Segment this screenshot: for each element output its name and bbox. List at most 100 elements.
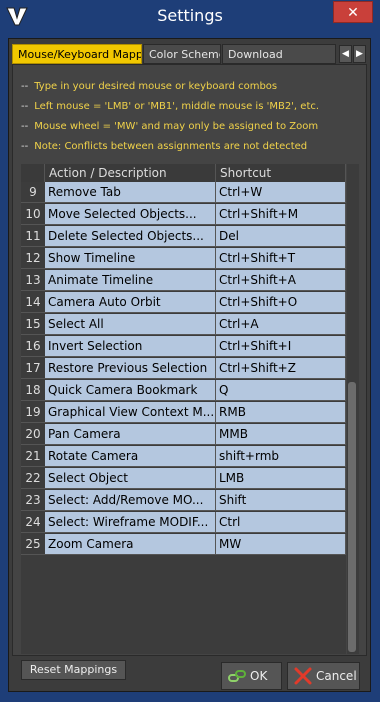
shortcut-cell[interactable]: Del — [216, 226, 346, 247]
info-line: -- Left mouse = 'LMB' or 'MB1', middle mo… — [21, 101, 319, 112]
table-row[interactable]: 19 Graphical View Context M... RMB — [21, 402, 346, 423]
link-check-icon — [228, 670, 246, 682]
table-row[interactable]: 23 Select: Add/Remove MO... Shift — [21, 490, 346, 511]
tab-scroll-right-icon[interactable]: ▶ — [353, 45, 366, 63]
tab-scroll-left-icon[interactable]: ◀ — [339, 45, 352, 63]
action-cell[interactable]: Select All — [45, 314, 216, 335]
action-cell[interactable]: Zoom Camera — [45, 534, 216, 555]
table-vertical-scrollbar[interactable] — [347, 164, 359, 654]
ok-label: OK — [250, 669, 268, 683]
row-number: 14 — [21, 292, 45, 313]
row-number: 11 — [21, 226, 45, 247]
shortcut-cell[interactable]: LMB — [216, 468, 346, 489]
title-bar[interactable]: Settings ✕ — [0, 0, 380, 32]
action-cell[interactable]: Select: Add/Remove MO... — [45, 490, 216, 511]
action-cell[interactable]: Animate Timeline — [45, 270, 216, 291]
shortcut-cell[interactable]: Ctrl — [216, 512, 346, 533]
table-row[interactable]: 17 Restore Previous Selection Ctrl+Shift+Z — [21, 358, 346, 379]
shortcut-cell[interactable]: Ctrl+Shift+O — [216, 292, 346, 313]
shortcut-cell[interactable]: Ctrl+Shift+M — [216, 204, 346, 225]
tab-mouse-keyboard-mappings[interactable]: Mouse/Keyboard Mappings — [12, 44, 142, 64]
row-number: 24 — [21, 512, 45, 533]
scrollbar-thumb[interactable] — [348, 382, 356, 652]
shortcut-cell[interactable]: Ctrl+A — [216, 314, 346, 335]
info-text: Left mouse = 'LMB' or 'MB1', middle mous… — [34, 101, 320, 112]
shortcut-cell[interactable]: Ctrl+Shift+T — [216, 248, 346, 269]
shortcut-cell[interactable]: Shift — [216, 490, 346, 511]
row-number: 20 — [21, 424, 45, 445]
shortcut-cell[interactable]: Ctrl+Shift+Z — [216, 358, 346, 379]
row-number: 23 — [21, 490, 45, 511]
row-number: 25 — [21, 534, 45, 555]
action-cell[interactable]: Select: Wireframe MODIF... — [45, 512, 216, 533]
red-x-icon — [294, 667, 312, 685]
table-row[interactable]: 13 Animate Timeline Ctrl+Shift+A — [21, 270, 346, 291]
shortcut-cell[interactable]: MMB — [216, 424, 346, 445]
window-title: Settings — [157, 6, 223, 25]
row-number: 18 — [21, 380, 45, 401]
action-cell[interactable]: Pan Camera — [45, 424, 216, 445]
table-row[interactable]: 24 Select: Wireframe MODIF... Ctrl — [21, 512, 346, 533]
settings-window: Settings ✕ Mouse/Keyboard Mappings Color… — [0, 0, 380, 702]
action-cell[interactable]: Remove Tab — [45, 182, 216, 203]
info-dash: -- — [21, 141, 29, 152]
table-row[interactable]: 18 Quick Camera Bookmark Q — [21, 380, 346, 401]
ok-button[interactable]: OK — [221, 662, 282, 690]
row-number: 12 — [21, 248, 45, 269]
table-row[interactable]: 16 Invert Selection Ctrl+Shift+I — [21, 336, 346, 357]
action-cell[interactable]: Invert Selection — [45, 336, 216, 357]
action-cell[interactable]: Show Timeline — [45, 248, 216, 269]
tab-download[interactable]: Download — [222, 44, 336, 64]
table-row[interactable]: 12 Show Timeline Ctrl+Shift+T — [21, 248, 346, 269]
tab-strip: Mouse/Keyboard Mappings Color Scheme Dow… — [12, 44, 367, 64]
table-row[interactable]: 22 Select Object LMB — [21, 468, 346, 489]
action-cell[interactable]: Delete Selected Objects... — [45, 226, 216, 247]
mappings-panel: -- Type in your desired mouse or keyboard… — [12, 64, 367, 680]
row-number: 13 — [21, 270, 45, 291]
shortcut-cell[interactable]: shift+rmb — [216, 446, 346, 467]
header-row-number — [21, 164, 45, 182]
action-cell[interactable]: Restore Previous Selection — [45, 358, 216, 379]
info-text: Note: Conflicts between assignments are … — [34, 141, 308, 152]
info-line: -- Note: Conflicts between assignments ar… — [21, 141, 307, 152]
info-dash: -- — [21, 101, 29, 112]
table-row[interactable]: 21 Rotate Camera shift+rmb — [21, 446, 346, 467]
action-cell[interactable]: Graphical View Context M... — [45, 402, 216, 423]
shortcut-cell[interactable]: Q — [216, 380, 346, 401]
info-text: Mouse wheel = 'MW' and may only be assig… — [34, 121, 319, 132]
action-cell[interactable]: Rotate Camera — [45, 446, 216, 467]
mappings-table: Action / Description Shortcut 9 Remove Ta… — [21, 164, 346, 654]
row-number: 9 — [21, 182, 45, 203]
action-cell[interactable]: Move Selected Objects... — [45, 204, 216, 225]
shortcut-cell[interactable]: Ctrl+Shift+A — [216, 270, 346, 291]
row-number: 22 — [21, 468, 45, 489]
table-row[interactable]: 11 Delete Selected Objects... Del — [21, 226, 346, 247]
table-row[interactable]: 25 Zoom Camera MW — [21, 534, 346, 555]
shortcut-cell[interactable]: MW — [216, 534, 346, 555]
tab-color-scheme[interactable]: Color Scheme — [143, 44, 221, 64]
row-number: 16 — [21, 336, 45, 357]
info-line: -- Type in your desired mouse or keyboard… — [21, 81, 277, 92]
settings-client-area: Mouse/Keyboard Mappings Color Scheme Dow… — [8, 38, 371, 692]
table-row[interactable]: 9 Remove Tab Ctrl+W — [21, 182, 346, 203]
shortcut-cell[interactable]: Ctrl+Shift+I — [216, 336, 346, 357]
close-button[interactable]: ✕ — [333, 1, 373, 23]
table-row[interactable]: 20 Pan Camera MMB — [21, 424, 346, 445]
action-cell[interactable]: Select Object — [45, 468, 216, 489]
cancel-button[interactable]: Cancel — [287, 662, 360, 690]
row-number: 21 — [21, 446, 45, 467]
action-cell[interactable]: Quick Camera Bookmark — [45, 380, 216, 401]
row-number: 15 — [21, 314, 45, 335]
action-cell[interactable]: Camera Auto Orbit — [45, 292, 216, 313]
header-shortcut[interactable]: Shortcut — [216, 164, 346, 182]
shortcut-cell[interactable]: Ctrl+W — [216, 182, 346, 203]
table-row[interactable]: 14 Camera Auto Orbit Ctrl+Shift+O — [21, 292, 346, 313]
table-row[interactable]: 10 Move Selected Objects... Ctrl+Shift+M — [21, 204, 346, 225]
header-action[interactable]: Action / Description — [45, 164, 216, 182]
reset-mappings-button[interactable]: Reset Mappings — [21, 660, 126, 680]
table-header: Action / Description Shortcut — [21, 164, 346, 182]
row-number: 10 — [21, 204, 45, 225]
table-row[interactable]: 15 Select All Ctrl+A — [21, 314, 346, 335]
row-number: 19 — [21, 402, 45, 423]
shortcut-cell[interactable]: RMB — [216, 402, 346, 423]
